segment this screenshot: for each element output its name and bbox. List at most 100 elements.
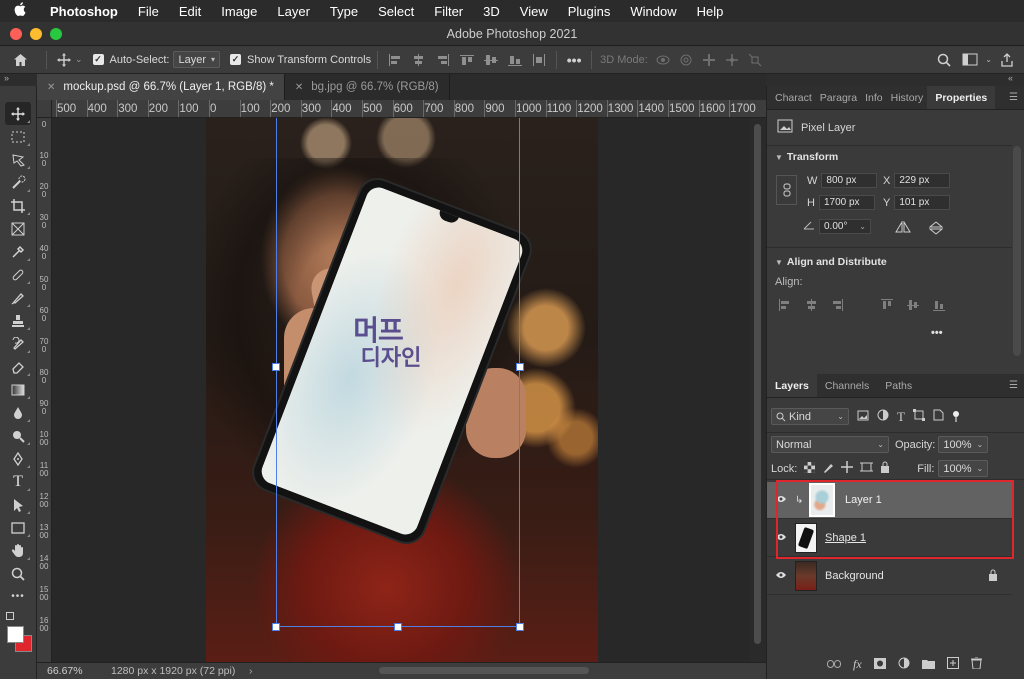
menu-filter[interactable]: Filter: [424, 4, 473, 19]
default-colors-icon[interactable]: [6, 612, 14, 620]
align-right-icon[interactable]: [831, 299, 843, 314]
link-layers-icon[interactable]: [827, 659, 841, 671]
align-left-icon[interactable]: [779, 299, 791, 314]
more-options-icon[interactable]: •••: [931, 327, 943, 339]
align-center-icon[interactable]: [805, 299, 817, 314]
menu-image[interactable]: Image: [211, 4, 267, 19]
menu-3d[interactable]: 3D: [473, 4, 510, 19]
align-bottom-edges-icon[interactable]: [504, 49, 526, 71]
chevron-down-icon[interactable]: ⌄: [985, 55, 992, 64]
menu-file[interactable]: File: [128, 4, 169, 19]
rectangle-tool-icon[interactable]: [5, 516, 31, 539]
move-tool-icon[interactable]: [5, 102, 31, 125]
quick-selection-tool-icon[interactable]: [5, 171, 31, 194]
move-tool-preset-icon[interactable]: [53, 49, 75, 71]
filter-toggle[interactable]: [952, 410, 960, 423]
transform-handle-left[interactable]: [272, 363, 280, 371]
flip-vertical-icon[interactable]: [928, 221, 944, 238]
zoom-level[interactable]: 66.67%: [37, 665, 97, 677]
filter-type-icon[interactable]: T: [897, 409, 905, 425]
align-middle-icon[interactable]: [907, 299, 919, 314]
close-tab-icon[interactable]: ✕: [295, 82, 303, 93]
menu-window[interactable]: Window: [620, 4, 686, 19]
align-right-edges-icon[interactable]: [432, 49, 454, 71]
properties-scrollbar[interactable]: [1013, 146, 1021, 356]
layer-styles-icon[interactable]: fx: [853, 657, 862, 672]
scrollbar-thumb[interactable]: [754, 124, 761, 644]
align-vertical-centers-icon[interactable]: [480, 49, 502, 71]
chevron-right-icon[interactable]: ›: [249, 665, 253, 677]
chevron-down-icon[interactable]: ▼: [775, 153, 783, 162]
fill-field[interactable]: 100% ⌄: [938, 460, 989, 477]
tab-bg-jpg[interactable]: ✕ bg.jpg @ 66.7% (RGB/8): [285, 74, 450, 100]
tab-layers[interactable]: Layers: [767, 374, 817, 397]
align-horizontal-centers-icon[interactable]: [408, 49, 430, 71]
align-top-edges-icon[interactable]: [456, 49, 478, 71]
tab-info[interactable]: Info: [861, 86, 887, 109]
slide-3d-icon[interactable]: [721, 49, 743, 71]
tab-channels[interactable]: Channels: [817, 374, 877, 397]
dodge-tool-icon[interactable]: [5, 424, 31, 447]
width-field[interactable]: 800 px: [821, 173, 878, 188]
edit-toolbar-icon[interactable]: •••: [5, 585, 31, 608]
frame-tool-icon[interactable]: [5, 217, 31, 240]
menu-layer[interactable]: Layer: [267, 4, 320, 19]
delete-layer-icon[interactable]: [970, 656, 982, 672]
eraser-tool-icon[interactable]: [5, 355, 31, 378]
tab-character[interactable]: Charact: [767, 86, 816, 109]
menu-app-photoshop[interactable]: Photoshop: [40, 4, 128, 19]
lock-all-icon[interactable]: [880, 461, 890, 476]
panel-menu-icon[interactable]: ☰: [1009, 380, 1018, 391]
search-icon[interactable]: [933, 49, 955, 71]
link-dimensions-icon[interactable]: [776, 175, 797, 205]
flip-horizontal-icon[interactable]: [895, 220, 911, 236]
align-top-icon[interactable]: [881, 299, 893, 314]
home-icon[interactable]: [0, 53, 40, 67]
expand-toolbar-icon[interactable]: »: [4, 73, 9, 83]
lasso-tool-icon[interactable]: [5, 148, 31, 171]
horizontal-scrollbar[interactable]: [379, 667, 589, 674]
align-bottom-icon[interactable]: [933, 299, 945, 314]
menu-help[interactable]: Help: [687, 4, 734, 19]
lock-position-icon[interactable]: [841, 461, 854, 476]
healing-brush-tool-icon[interactable]: [5, 263, 31, 286]
menu-edit[interactable]: Edit: [169, 4, 211, 19]
share-icon[interactable]: [996, 49, 1018, 71]
layer-name[interactable]: Background: [825, 570, 884, 582]
crop-tool-icon[interactable]: [5, 194, 31, 217]
transform-handle-right[interactable]: [516, 363, 524, 371]
pan-3d-icon[interactable]: [698, 49, 720, 71]
opacity-field[interactable]: 100% ⌄: [938, 436, 989, 453]
menu-type[interactable]: Type: [320, 4, 368, 19]
add-mask-icon[interactable]: [873, 657, 886, 672]
blend-mode-dropdown[interactable]: Normal ⌄: [771, 436, 889, 453]
eyedropper-tool-icon[interactable]: [5, 240, 31, 263]
height-field[interactable]: 1700 px: [818, 195, 875, 210]
y-field[interactable]: 101 px: [894, 195, 951, 210]
menu-select[interactable]: Select: [368, 4, 424, 19]
new-layer-icon[interactable]: [946, 657, 959, 672]
tab-properties[interactable]: Properties: [927, 86, 996, 109]
panel-menu-icon[interactable]: ☰: [1009, 92, 1018, 103]
brush-tool-icon[interactable]: [5, 286, 31, 309]
layer-row-background[interactable]: Background: [767, 558, 1012, 595]
orbit-3d-icon[interactable]: [652, 49, 674, 71]
workspace-icon[interactable]: [959, 49, 981, 71]
collapse-panels-icon[interactable]: «: [1008, 73, 1013, 83]
new-group-icon[interactable]: [921, 658, 935, 672]
tab-history[interactable]: History: [887, 86, 928, 109]
distribute-left-icon[interactable]: [528, 49, 550, 71]
blur-tool-icon[interactable]: [5, 401, 31, 424]
x-field[interactable]: 229 px: [894, 173, 951, 188]
auto-select-dropdown[interactable]: Layer ▾: [173, 51, 221, 68]
transform-handle-bottom-right[interactable]: [516, 623, 524, 631]
type-tool-icon[interactable]: T: [5, 470, 31, 493]
pen-tool-icon[interactable]: [5, 447, 31, 470]
marquee-tool-icon[interactable]: [5, 125, 31, 148]
menu-view[interactable]: View: [510, 4, 558, 19]
lock-transparent-icon[interactable]: [804, 461, 816, 476]
vertical-scrollbar[interactable]: [749, 118, 766, 662]
path-selection-tool-icon[interactable]: [5, 493, 31, 516]
visibility-eye-icon[interactable]: [767, 570, 795, 582]
history-brush-tool-icon[interactable]: [5, 332, 31, 355]
